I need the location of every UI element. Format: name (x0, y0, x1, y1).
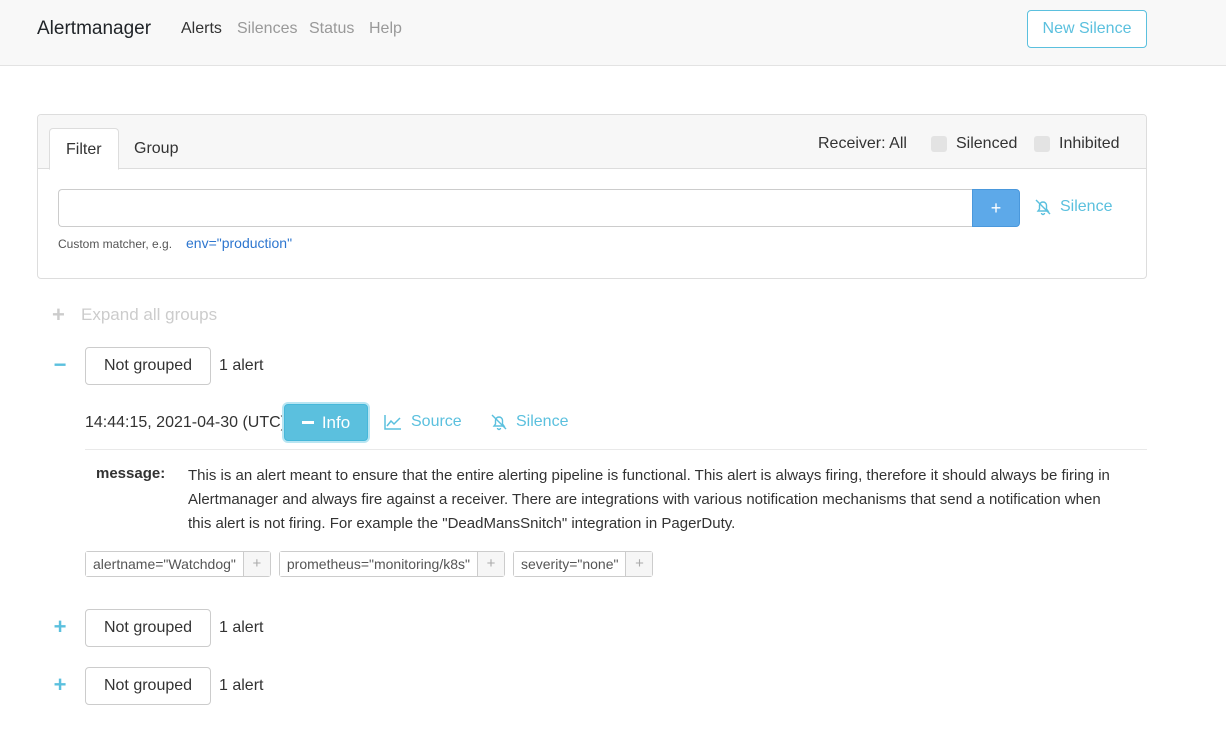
expand-all-groups[interactable]: + Expand all groups (52, 302, 217, 328)
tab-group[interactable]: Group (118, 128, 194, 170)
annotation-value: This is an alert meant to ensure that th… (188, 467, 1110, 532)
label-list: alertname="Watchdog" + prometheus="monit… (85, 551, 661, 577)
add-matcher-button[interactable]: + (972, 189, 1020, 227)
label-text: alertname="Watchdog" (86, 552, 244, 576)
nav-alerts[interactable]: Alerts (181, 20, 222, 38)
group-expand-toggle[interactable]: + (50, 614, 70, 640)
plus-icon: + (52, 302, 65, 327)
group-alert-count: 1 alert (219, 357, 264, 374)
expand-all-label: Expand all groups (81, 305, 218, 324)
nav-status[interactable]: Status (309, 20, 354, 38)
brand-title[interactable]: Alertmanager (37, 18, 151, 40)
new-silence-button[interactable]: New Silence (1027, 10, 1147, 48)
add-label-filter-button[interactable]: + (243, 552, 270, 576)
line-chart-icon (384, 415, 401, 430)
info-button-label: Info (321, 412, 351, 432)
matcher-hint: Custom matcher, e.g. (58, 237, 173, 251)
group-button[interactable]: Not grouped (85, 609, 211, 647)
label-chip: severity="none" + (512, 551, 654, 577)
tab-filter[interactable]: Filter (49, 128, 119, 170)
alert-silence-label: Silence (516, 413, 569, 430)
group-alert-count: 1 alert (219, 677, 264, 694)
alert-silence-link[interactable]: Silence (490, 413, 568, 431)
receiver-selector[interactable]: Receiver: All (818, 135, 907, 153)
silenced-checkbox[interactable] (931, 136, 947, 152)
nav-help[interactable]: Help (369, 20, 402, 38)
inhibited-toggle[interactable]: Inhibited (1034, 135, 1120, 153)
group-collapse-toggle[interactable]: − (50, 352, 70, 378)
label-chip: alertname="Watchdog" + (85, 551, 271, 577)
bell-slash-icon (1035, 199, 1051, 216)
nav-silences[interactable]: Silences (237, 20, 297, 38)
label-chip: prometheus="monitoring/k8s" + (278, 551, 505, 577)
group-expand-toggle[interactable]: + (50, 672, 70, 698)
filter-silence-link[interactable]: Silence (1034, 198, 1112, 216)
inhibited-label: Inhibited (1059, 135, 1120, 152)
annotation-key: message: (96, 465, 166, 482)
group-alert-count: 1 alert (219, 619, 264, 636)
navbar: Alertmanager Alerts Silences Status Help… (0, 0, 1226, 66)
group-button[interactable]: Not grouped (85, 667, 211, 705)
add-label-filter-button[interactable]: + (477, 552, 504, 576)
divider (85, 449, 1147, 450)
add-label-filter-button[interactable]: + (626, 552, 653, 576)
source-link[interactable]: Source (383, 413, 462, 431)
minus-icon (301, 421, 314, 424)
info-button[interactable]: Info (284, 404, 368, 441)
matcher-example-link[interactable]: env="production" (186, 235, 292, 251)
group-button[interactable]: Not grouped (85, 347, 211, 385)
filter-silence-label: Silence (1060, 198, 1113, 215)
silenced-label: Silenced (956, 135, 1018, 152)
bell-slash-icon (491, 414, 507, 431)
inhibited-checkbox[interactable] (1034, 136, 1050, 152)
filter-card: Filter Group Receiver: All Silenced Inhi… (37, 114, 1147, 279)
filter-input[interactable] (58, 189, 973, 227)
filter-card-header: Filter Group Receiver: All Silenced Inhi… (38, 115, 1146, 170)
label-text: severity="none" (513, 552, 627, 576)
label-text: prometheus="monitoring/k8s" (279, 552, 478, 576)
alert-timestamp: 14:44:15, 2021-04-30 (UTC) (85, 414, 286, 431)
silenced-toggle[interactable]: Silenced (931, 135, 1017, 153)
source-label: Source (411, 413, 462, 430)
